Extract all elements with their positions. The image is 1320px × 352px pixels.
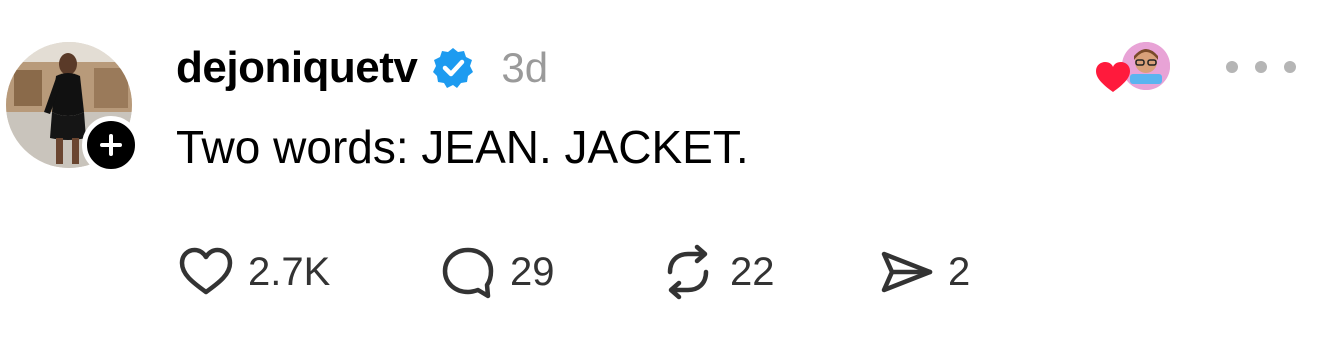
reply-count: 29 [510,249,555,294]
more-dots-icon [1255,61,1267,73]
author-username[interactable]: dejoniquetv [176,43,418,93]
like-count: 2.7K [248,249,331,294]
repost-arrows-icon [658,242,718,302]
repost-count: 22 [730,249,775,294]
share-count: 2 [948,249,971,294]
share-button[interactable]: 2 [876,240,970,304]
repost-button[interactable]: 22 [658,240,775,304]
verified-badge-icon [431,46,475,90]
post-text: Two words: JEAN. JACKET. [176,121,749,173]
liked-by-indicator[interactable] [1092,38,1172,98]
post-timestamp: 3d [501,44,549,91]
heart-icon [1094,60,1132,94]
post-header: dejoniquetv 3d [176,40,548,96]
follow-button[interactable] [82,116,140,174]
plus-icon [100,134,122,156]
reply-button[interactable]: 29 [438,240,555,304]
heart-outline-icon [176,242,236,302]
send-icon [876,242,936,302]
thread-post: dejoniquetv 3d Two words: JEAN. JACKET. [0,0,1320,352]
more-options-button[interactable] [1226,52,1296,82]
comment-bubble-icon [438,242,498,302]
like-button[interactable]: 2.7K [176,240,330,304]
more-dots-icon [1226,61,1238,73]
more-dots-icon [1284,61,1296,73]
